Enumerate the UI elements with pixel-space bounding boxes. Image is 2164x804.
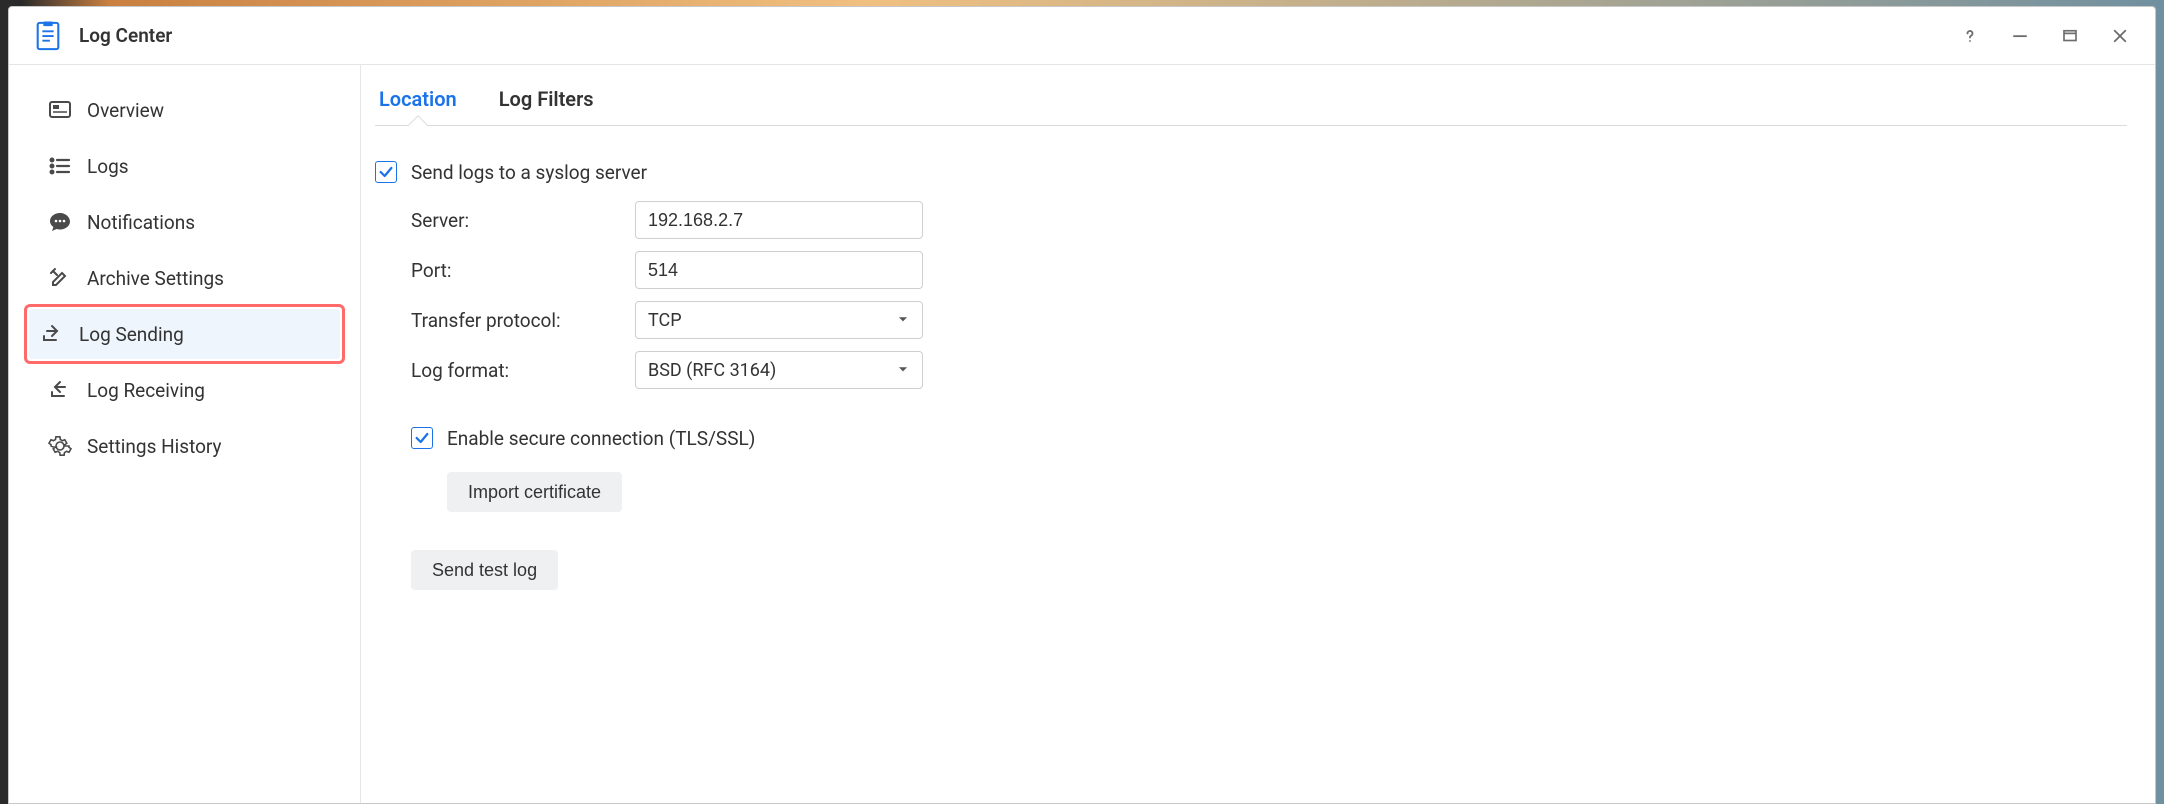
app-icon <box>33 21 63 51</box>
sidebar-item-label: Log Receiving <box>87 379 205 402</box>
button-label: Import certificate <box>468 482 601 503</box>
titlebar: Log Center <box>9 7 2155 65</box>
sidebar-item-settings-history[interactable]: Settings History <box>37 421 342 471</box>
gear-icon <box>47 433 73 459</box>
sidebar-item-notifications[interactable]: Notifications <box>37 197 342 247</box>
tls-subsection: Import certificate <box>411 472 2127 512</box>
sidebar-item-label: Archive Settings <box>87 267 224 290</box>
protocol-label: Transfer protocol: <box>411 309 635 332</box>
close-button[interactable] <box>2109 25 2131 47</box>
sidebar-item-label: Log Sending <box>79 323 184 346</box>
tls-row: Enable secure connection (TLS/SSL) <box>411 414 2127 462</box>
maximize-button[interactable] <box>2059 25 2081 47</box>
sidebar-item-label: Notifications <box>87 211 195 234</box>
format-row: Log format: BSD (RFC 3164) <box>411 346 2127 394</box>
sidebar-item-label: Settings History <box>87 435 222 458</box>
content-pane: Location Log Filters Send logs to a sysl… <box>361 65 2155 803</box>
window-body: Overview Logs Notifications <box>9 65 2155 803</box>
port-input[interactable] <box>635 251 923 289</box>
button-label: Send test log <box>432 560 537 581</box>
format-label: Log format: <box>411 359 635 382</box>
server-label: Server: <box>411 209 635 232</box>
receive-icon <box>47 377 73 403</box>
server-input[interactable] <box>635 201 923 239</box>
form-fields: Server: Port: Transfer protocol: TCP <box>375 196 2127 590</box>
tools-icon <box>47 265 73 291</box>
format-value: BSD (RFC 3164) <box>648 360 776 381</box>
protocol-select[interactable]: TCP <box>635 301 923 339</box>
sidebar: Overview Logs Notifications <box>9 65 361 803</box>
nav-list: Overview Logs Notifications <box>37 85 342 471</box>
format-select[interactable]: BSD (RFC 3164) <box>635 351 923 389</box>
tab-log-filters[interactable]: Log Filters <box>497 75 596 125</box>
sidebar-item-overview[interactable]: Overview <box>37 85 342 135</box>
sidebar-item-logs[interactable]: Logs <box>37 141 342 191</box>
send-icon <box>39 321 65 347</box>
minimize-button[interactable] <box>2009 25 2031 47</box>
send-test-log-button[interactable]: Send test log <box>411 550 558 590</box>
server-row: Server: <box>411 196 2127 244</box>
log-center-window: Log Center <box>8 6 2156 804</box>
tab-label: Location <box>379 87 457 111</box>
sidebar-item-archive-settings[interactable]: Archive Settings <box>37 253 342 303</box>
sidebar-item-log-sending[interactable]: Log Sending <box>29 309 340 359</box>
tab-label: Log Filters <box>499 87 594 111</box>
tab-underline <box>375 125 2127 126</box>
sidebar-item-highlight: Log Sending <box>37 309 342 359</box>
port-row: Port: <box>411 246 2127 294</box>
help-button[interactable] <box>1959 25 1981 47</box>
tls-label: Enable secure connection (TLS/SSL) <box>447 427 755 450</box>
dashboard-icon <box>47 97 73 123</box>
sidebar-item-label: Overview <box>87 99 164 122</box>
tls-checkbox[interactable] <box>411 427 433 449</box>
chevron-down-icon <box>896 310 910 331</box>
port-label: Port: <box>411 259 635 282</box>
send-test-row: Send test log <box>411 550 2127 590</box>
window-title: Log Center <box>79 24 172 47</box>
sidebar-item-label: Logs <box>87 155 129 178</box>
window-controls <box>1959 25 2131 47</box>
chevron-down-icon <box>896 360 910 381</box>
list-icon <box>47 153 73 179</box>
protocol-value: TCP <box>648 310 682 331</box>
protocol-row: Transfer protocol: TCP <box>411 296 2127 344</box>
import-certificate-button[interactable]: Import certificate <box>447 472 622 512</box>
sidebar-item-log-receiving[interactable]: Log Receiving <box>37 365 342 415</box>
send-logs-row: Send logs to a syslog server <box>375 148 2127 196</box>
chat-icon <box>47 209 73 235</box>
send-logs-checkbox[interactable] <box>375 161 397 183</box>
send-logs-label: Send logs to a syslog server <box>411 161 647 184</box>
tabs: Location Log Filters <box>377 75 2127 125</box>
